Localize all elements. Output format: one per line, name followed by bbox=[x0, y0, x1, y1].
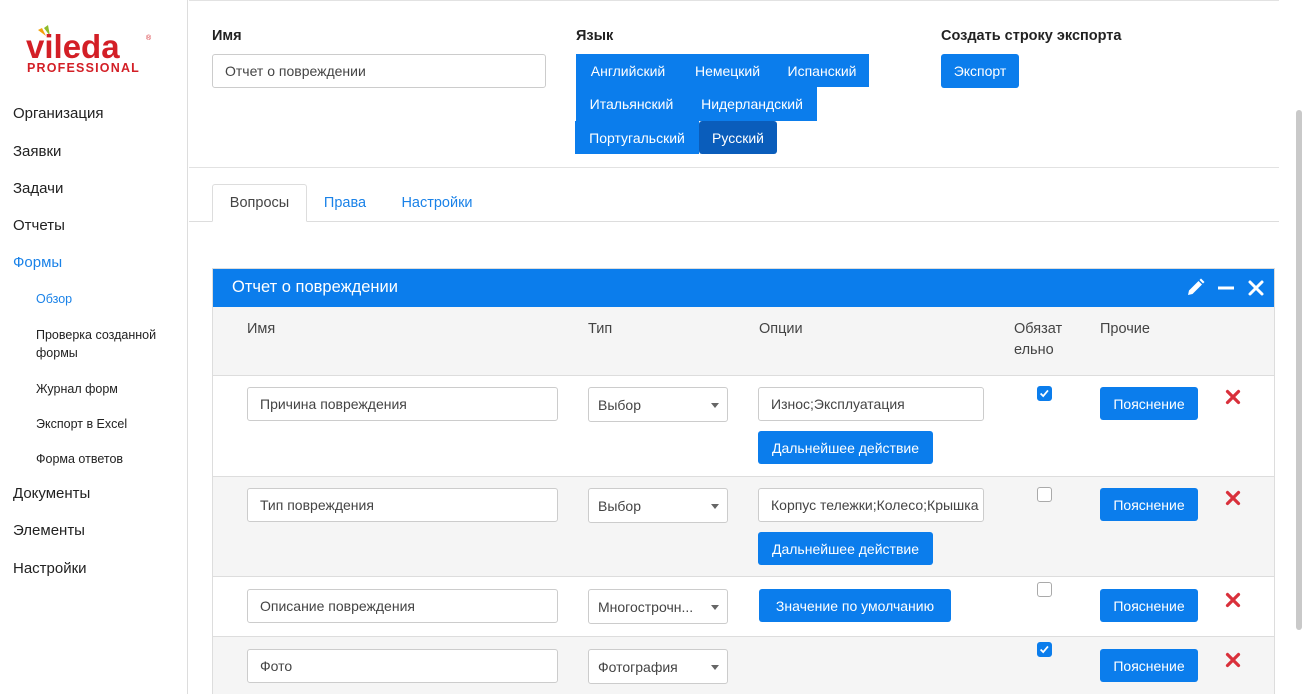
subnav-answer-form[interactable]: Форма ответов bbox=[36, 450, 181, 468]
question-type-select[interactable]: Фотография bbox=[588, 649, 728, 684]
next-action-button[interactable]: Дальнейшее действие bbox=[758, 431, 933, 464]
form-name-input[interactable]: Отчет о повреждении bbox=[212, 54, 546, 88]
lang-german[interactable]: Немецкий bbox=[680, 54, 775, 87]
question-name-input[interactable]: Тип повреждения bbox=[247, 488, 558, 522]
options-input[interactable]: Корпус тележки;Колесо;Крышка bbox=[758, 488, 984, 522]
nav-forms[interactable]: Формы bbox=[13, 254, 62, 271]
question-row: Тип повреждения Выбор Корпус тележки;Кол… bbox=[213, 476, 1274, 576]
logo-sub: PROFESSIONAL bbox=[27, 61, 140, 75]
chevron-down-icon bbox=[711, 503, 719, 509]
question-type-select[interactable]: Выбор bbox=[588, 488, 728, 523]
delete-icon[interactable] bbox=[1225, 652, 1241, 668]
lang-english[interactable]: Английский bbox=[576, 54, 680, 87]
col-name: Имя bbox=[247, 321, 276, 337]
tab-settings[interactable]: Настройки bbox=[387, 184, 487, 222]
nav-reports[interactable]: Отчеты bbox=[13, 217, 65, 234]
svg-text:®: ® bbox=[146, 34, 152, 42]
lang-russian[interactable]: Русский bbox=[699, 121, 777, 154]
close-icon[interactable] bbox=[1246, 278, 1266, 298]
question-type-value: Многострочн... bbox=[598, 598, 694, 615]
minimize-icon[interactable] bbox=[1216, 278, 1236, 298]
question-name-input[interactable]: Описание повреждения bbox=[247, 589, 558, 623]
required-checkbox[interactable] bbox=[1037, 642, 1052, 657]
col-other: Прочие bbox=[1100, 321, 1150, 337]
question-row: Описание повреждения Многострочн... Знач… bbox=[213, 576, 1274, 636]
question-type-value: Фотография bbox=[598, 658, 678, 675]
main-content: Имя Отчет о повреждении Язык Английский … bbox=[189, 0, 1302, 694]
subnav-overview[interactable]: Обзор bbox=[36, 290, 181, 308]
chevron-down-icon bbox=[711, 402, 719, 408]
logo-word: vileda bbox=[26, 28, 120, 65]
column-header-row: Имя Тип Опции Обязат ельно Прочие bbox=[213, 307, 1274, 375]
lang-spanish[interactable]: Испанский bbox=[775, 54, 869, 87]
chevron-down-icon bbox=[711, 664, 719, 670]
vileda-logo[interactable]: vileda ® PROFESSIONAL bbox=[26, 22, 156, 76]
lang-portuguese[interactable]: Португальский bbox=[575, 121, 699, 154]
next-action-button[interactable]: Дальнейшее действие bbox=[758, 532, 933, 565]
nav-tasks[interactable]: Задачи bbox=[13, 180, 63, 197]
subnav-form-log[interactable]: Журнал форм bbox=[36, 380, 181, 398]
form-header: Имя Отчет о повреждении Язык Английский … bbox=[189, 0, 1279, 168]
questions-panel: Отчет о повреждении Имя Тип Опции Обязат… bbox=[212, 268, 1275, 694]
explanation-button[interactable]: Пояснение bbox=[1100, 387, 1198, 420]
explanation-button[interactable]: Пояснение bbox=[1100, 649, 1198, 682]
col-required: Обязат ельно bbox=[1014, 321, 1063, 358]
question-row: Причина повреждения Выбор Износ;Эксплуат… bbox=[213, 375, 1274, 476]
panel-title: Отчет о повреждении bbox=[232, 278, 398, 296]
subnav-form-check[interactable]: Проверка созданной формы bbox=[36, 326, 181, 362]
lang-dutch[interactable]: Нидерландский bbox=[687, 87, 817, 121]
edit-icon[interactable] bbox=[1185, 278, 1205, 298]
export-label: Создать строку экспорта bbox=[941, 28, 1122, 44]
question-row: Фото Фотография Пояснение bbox=[213, 636, 1274, 694]
name-label: Имя bbox=[212, 28, 242, 44]
required-checkbox[interactable] bbox=[1037, 582, 1052, 597]
explanation-button[interactable]: Пояснение bbox=[1100, 589, 1198, 622]
scrollbar[interactable] bbox=[1296, 110, 1302, 630]
panel-header: Отчет о повреждении bbox=[213, 269, 1274, 307]
nav-documents[interactable]: Документы bbox=[13, 485, 90, 502]
question-type-select[interactable]: Выбор bbox=[588, 387, 728, 422]
delete-icon[interactable] bbox=[1225, 592, 1241, 608]
tab-questions[interactable]: Вопросы bbox=[212, 184, 307, 222]
question-type-select[interactable]: Многострочн... bbox=[588, 589, 728, 624]
default-value-button[interactable]: Значение по умолчанию bbox=[759, 589, 951, 622]
nav-organization[interactable]: Организация bbox=[13, 105, 103, 122]
subnav-excel-export[interactable]: Экспорт в Excel bbox=[36, 415, 181, 433]
sidebar: vileda ® PROFESSIONAL Организация Заявки… bbox=[0, 0, 188, 694]
col-type: Тип bbox=[588, 321, 613, 337]
check-icon bbox=[1039, 645, 1049, 654]
nav-settings[interactable]: Настройки bbox=[13, 560, 87, 577]
explanation-button[interactable]: Пояснение bbox=[1100, 488, 1198, 521]
nav-requests[interactable]: Заявки bbox=[13, 143, 61, 160]
export-button[interactable]: Экспорт bbox=[941, 54, 1019, 88]
nav-elements[interactable]: Элементы bbox=[13, 522, 85, 539]
language-label: Язык bbox=[576, 28, 614, 44]
question-type-value: Выбор bbox=[598, 497, 641, 514]
required-checkbox[interactable] bbox=[1037, 386, 1052, 401]
question-name-input[interactable]: Причина повреждения bbox=[247, 387, 558, 421]
col-options: Опции bbox=[759, 321, 803, 337]
tab-rights[interactable]: Права bbox=[311, 184, 379, 222]
question-type-value: Выбор bbox=[598, 396, 641, 413]
check-icon bbox=[1039, 389, 1049, 398]
delete-icon[interactable] bbox=[1225, 389, 1241, 405]
question-name-input[interactable]: Фото bbox=[247, 649, 558, 683]
lang-italian[interactable]: Итальянский bbox=[576, 87, 687, 121]
options-input[interactable]: Износ;Эксплуатация bbox=[758, 387, 984, 421]
chevron-down-icon bbox=[711, 604, 719, 610]
delete-icon[interactable] bbox=[1225, 490, 1241, 506]
required-checkbox[interactable] bbox=[1037, 487, 1052, 502]
